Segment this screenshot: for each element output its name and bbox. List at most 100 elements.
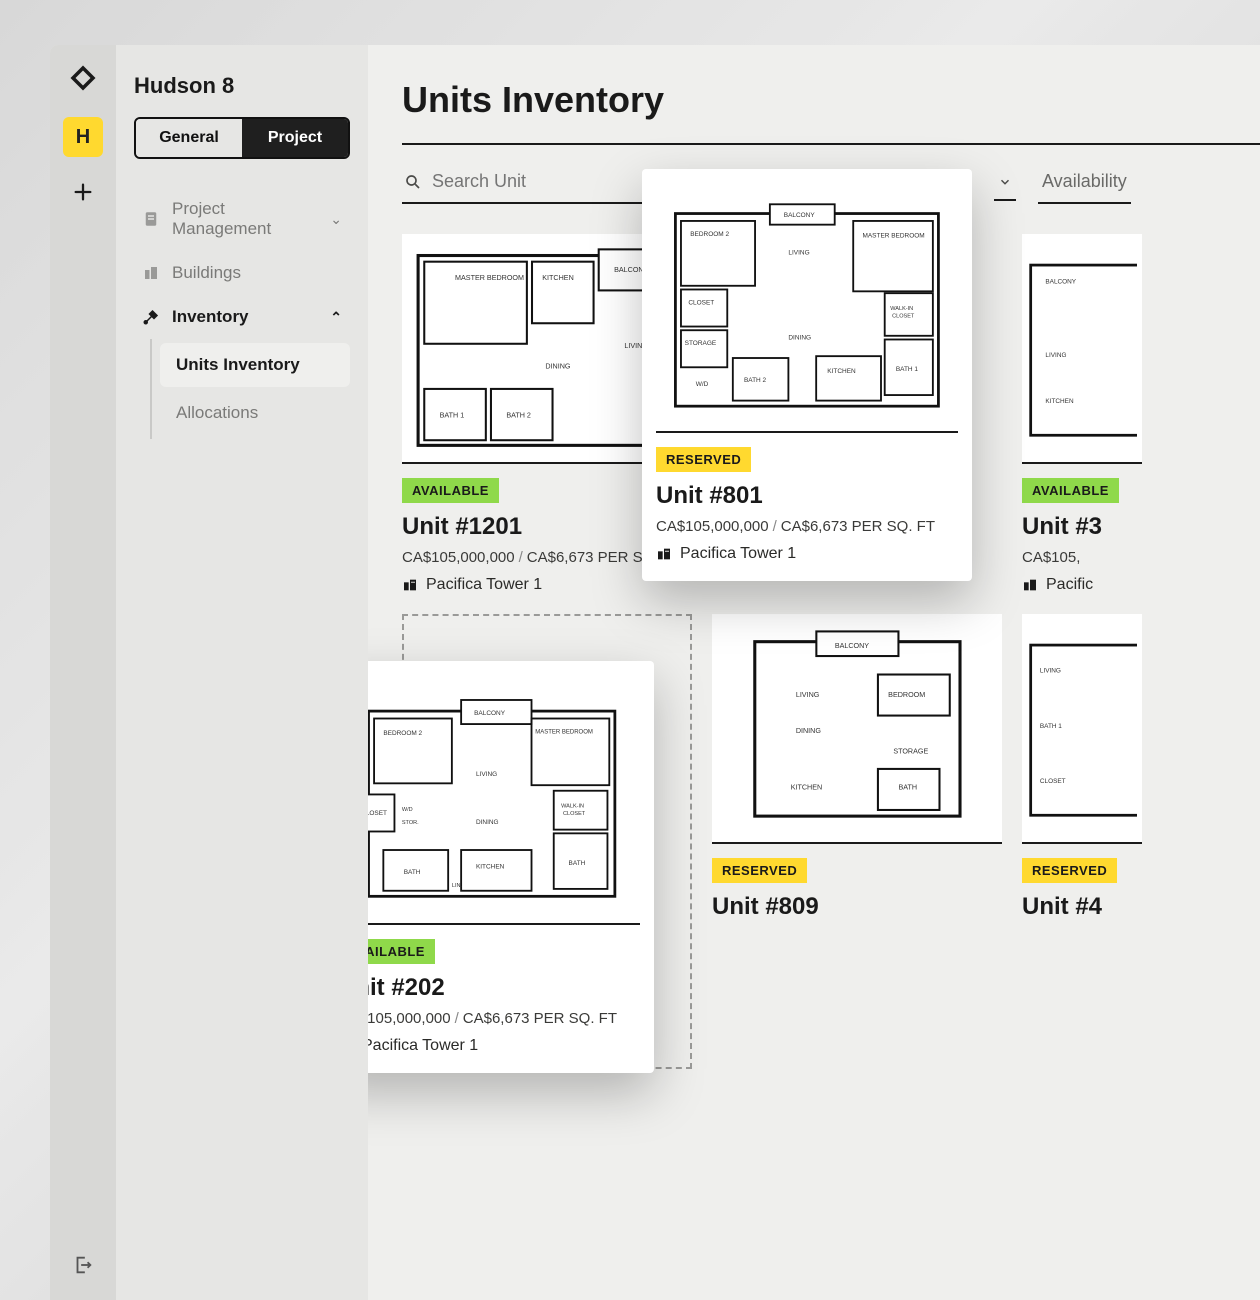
svg-text:CLOSET: CLOSET <box>892 313 915 319</box>
add-project-button[interactable] <box>72 181 94 203</box>
sidebar-item-project-management[interactable]: Project Management ⌄ <box>134 187 350 251</box>
nav-rail: H <box>50 45 116 1300</box>
sidebar-item-units-inventory[interactable]: Units Inventory <box>160 343 350 387</box>
sidebar-item-label: Inventory <box>172 307 249 327</box>
project-title: Hudson 8 <box>134 73 350 99</box>
svg-text:W/D: W/D <box>402 807 413 813</box>
unit-name: Unit #3 <box>1022 513 1142 541</box>
status-badge: RESERVED <box>656 447 751 472</box>
unit-name: Unit #202 <box>368 974 640 1002</box>
svg-text:KITCHEN: KITCHEN <box>790 784 821 792</box>
floorplan-thumb: BALCONY LIVING BEDROOM DINING STORAGE KI… <box>712 614 1002 844</box>
svg-text:BALCONY: BALCONY <box>474 710 506 717</box>
svg-text:LIVING: LIVING <box>795 691 819 699</box>
floorplan-thumb: BALCONY BEDROOM 2 LIVING MASTER BEDROOM … <box>656 183 958 433</box>
status-badge: RESERVED <box>712 858 807 883</box>
unit-price: CA$105, <box>1022 549 1142 566</box>
app-logo-icon <box>68 63 98 93</box>
sidebar-item-buildings[interactable]: Buildings <box>134 251 350 295</box>
status-badge: AVAILABLE <box>402 478 499 503</box>
sidebar-item-label: Buildings <box>172 263 241 283</box>
project-letter: H <box>76 126 90 149</box>
svg-text:KITCHEN: KITCHEN <box>827 368 856 375</box>
unit-card[interactable]: BALCONY LIVING BEDROOM DINING STORAGE KI… <box>712 614 1002 929</box>
sidebar-item-inventory[interactable]: Inventory ⌃ <box>134 295 350 339</box>
svg-text:DINING: DINING <box>476 819 499 826</box>
svg-text:DINING: DINING <box>545 363 571 371</box>
sidebar-item-allocations[interactable]: Allocations <box>160 391 350 435</box>
sidebar: Hudson 8 General Project Project Managem… <box>116 45 368 1300</box>
svg-text:LIN.: LIN. <box>452 883 463 889</box>
svg-text:KITCHEN: KITCHEN <box>476 863 505 870</box>
svg-text:BEDROOM 2: BEDROOM 2 <box>690 231 729 238</box>
unit-price: CA$105,000,000/CA$6,673 PER SQ. FT <box>368 1010 640 1027</box>
unit-price: CA$105,000,000/CA$6,673 PER SQ. FT <box>656 518 958 535</box>
availability-filter-label[interactable]: Availability <box>1038 165 1131 204</box>
unit-building: Pacific <box>1022 576 1142 594</box>
search-icon <box>404 173 422 191</box>
svg-text:MASTER BEDROOM: MASTER BEDROOM <box>863 233 925 240</box>
svg-text:BATH 1: BATH 1 <box>1040 723 1062 730</box>
svg-text:BATH 1: BATH 1 <box>896 366 919 373</box>
svg-text:BEDROOM: BEDROOM <box>888 691 925 699</box>
svg-text:KITCHEN: KITCHEN <box>542 274 573 282</box>
buildings-icon <box>142 264 160 282</box>
tab-project[interactable]: Project <box>242 119 348 157</box>
unit-name: Unit #4 <box>1022 893 1142 921</box>
unit-building: Pacifica Tower 1 <box>368 1037 640 1055</box>
building-icon <box>402 577 418 593</box>
tools-icon <box>142 308 160 326</box>
svg-text:BATH: BATH <box>898 784 917 792</box>
svg-text:BEDROOM 2: BEDROOM 2 <box>383 730 422 737</box>
building-icon <box>656 546 672 562</box>
search-input[interactable] <box>432 171 640 192</box>
floorplan-thumb: BALCONY LIVING KITCHEN <box>1022 234 1142 464</box>
status-badge: RESERVED <box>1022 858 1117 883</box>
svg-text:BATH: BATH <box>404 869 421 876</box>
svg-text:KITCHEN: KITCHEN <box>1045 398 1074 405</box>
svg-text:BALCONY: BALCONY <box>834 642 868 650</box>
unit-card[interactable]: BALCONY LIVING KITCHEN AVAILABLE Unit #3… <box>1022 234 1142 594</box>
unit-card-elevated[interactable]: BALCONY BEDROOM 2 MASTER BEDROOM LIVING … <box>368 661 654 1073</box>
sidebar-tabs: General Project <box>134 117 350 159</box>
svg-text:CLOSET: CLOSET <box>1040 778 1066 785</box>
logout-icon[interactable] <box>72 1254 94 1276</box>
unit-name: Unit #801 <box>656 482 958 510</box>
svg-text:BATH 2: BATH 2 <box>506 412 531 420</box>
svg-text:WALK-IN: WALK-IN <box>561 803 584 809</box>
unit-card-elevated[interactable]: BALCONY BEDROOM 2 LIVING MASTER BEDROOM … <box>642 169 972 581</box>
unit-card[interactable]: LIVING BATH 1 CLOSET RESERVED Unit #4 <box>1022 614 1142 929</box>
chevron-up-icon: ⌃ <box>330 309 342 326</box>
search-field[interactable] <box>402 165 642 204</box>
sidebar-sub-inventory: Units Inventory Allocations <box>150 339 350 439</box>
svg-text:STOR.: STOR. <box>402 820 419 826</box>
svg-text:LIVING: LIVING <box>1045 352 1066 359</box>
sidebar-item-label: Project Management <box>172 199 318 239</box>
project-switcher[interactable]: H <box>63 117 103 157</box>
unit-building: Pacifica Tower 1 <box>656 545 958 563</box>
svg-text:STORAGE: STORAGE <box>893 748 928 756</box>
divider <box>402 143 1260 145</box>
status-badge: AVAILABLE <box>368 939 435 964</box>
filter-label: Availability <box>1042 171 1127 192</box>
svg-text:CLOSET: CLOSET <box>688 299 714 306</box>
svg-text:BATH 1: BATH 1 <box>439 412 464 420</box>
svg-text:STORAGE: STORAGE <box>685 340 717 347</box>
svg-text:LIVING: LIVING <box>476 771 497 778</box>
svg-text:MASTER BEDROOM: MASTER BEDROOM <box>455 274 524 282</box>
svg-text:LIVING: LIVING <box>788 249 809 256</box>
svg-text:BALCONY: BALCONY <box>1045 279 1076 286</box>
floorplan-thumb: LIVING BATH 1 CLOSET <box>1022 614 1142 844</box>
main-content: Units Inventory Availability <box>368 45 1260 1300</box>
svg-text:DINING: DINING <box>788 334 811 341</box>
chevron-down-icon: ⌄ <box>330 211 342 228</box>
svg-text:CLOSET: CLOSET <box>368 810 387 817</box>
document-icon <box>142 210 160 228</box>
tab-general[interactable]: General <box>136 119 242 157</box>
app-window: H Hudson 8 General Project Project Manag… <box>50 45 1260 1300</box>
availability-filter[interactable] <box>994 169 1016 201</box>
page-title: Units Inventory <box>402 79 1260 121</box>
svg-text:W/D: W/D <box>696 381 709 388</box>
chevron-down-icon <box>998 175 1012 189</box>
svg-text:WALK-IN: WALK-IN <box>890 306 913 312</box>
